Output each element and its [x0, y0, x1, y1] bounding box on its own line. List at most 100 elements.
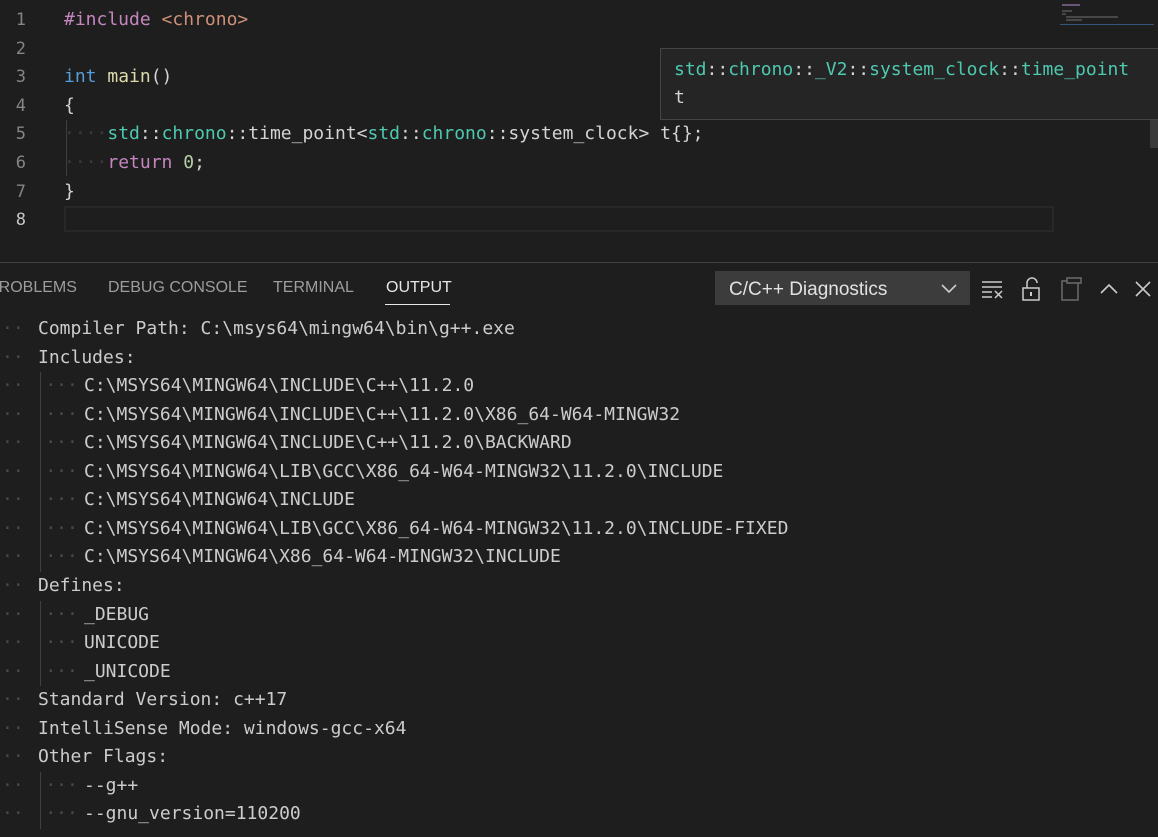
output-line: Defines: [38, 574, 125, 596]
maximize-panel-icon[interactable] [1097, 277, 1123, 301]
whitespace-marker: ···· [64, 152, 108, 173]
output-line: Standard Version: c++17 [38, 689, 288, 711]
hover-tooltip: std::chrono::_V2::system_clock::time_poi… [660, 48, 1158, 120]
code-token: time_point [248, 123, 357, 145]
output-line: _UNICODE [84, 660, 171, 682]
output-line: --g++ [84, 774, 139, 796]
code-token: :: [847, 59, 870, 80]
code-token: :: [226, 123, 249, 145]
line-number: 1 [15, 10, 26, 30]
output-line: C:\MSYS64\MINGW64\LIB\GCC\X86_64-W64-MIN… [84, 517, 789, 539]
output-channel-value: C/C++ Diagnostics [729, 279, 888, 300]
line-number: 5 [15, 124, 26, 145]
code-token: _V2 [814, 59, 848, 80]
code-line[interactable]: 7} [0, 178, 1158, 206]
code-token: int [64, 66, 97, 88]
code-line[interactable]: 5 ····std::chrono::time_point<std::chrono… [0, 120, 1158, 148]
code-line[interactable]: 6 ····return 0; [0, 149, 1158, 177]
output-line: IntelliSense Mode: windows-gcc-x64 [38, 717, 407, 739]
output-line: C:\MSYS64\MINGW64\X86_64-W64-MINGW32\INC… [84, 546, 561, 568]
code-token: {}; [671, 123, 704, 145]
code-token: > [638, 123, 661, 145]
code-token: :: [139, 123, 162, 145]
line-number: 8 [15, 210, 26, 231]
code-token: :: [999, 59, 1021, 80]
code-token: std [107, 123, 140, 145]
indent-guide [40, 372, 41, 572]
code-token: { [64, 94, 75, 116]
output-line: --gnu_version=110200 [84, 803, 301, 825]
whitespace-marker: ···· [64, 123, 108, 145]
code-token: #include [64, 9, 162, 30]
output-channel-select[interactable]: C/C++ Diagnostics [715, 271, 970, 305]
output-line: C:\MSYS64\MINGW64\INCLUDE\C++\11.2.0\BAC… [84, 432, 572, 454]
code-token: ; [194, 152, 205, 173]
code-token: time_point [1020, 59, 1130, 80]
clear-output-icon[interactable] [980, 277, 1006, 301]
code-text: { [64, 92, 75, 120]
tooltip-type-text: std::chrono::_V2::system_clock::time_poi… [674, 57, 1129, 83]
code-line[interactable]: 1 #include <chrono> [0, 6, 1158, 34]
lock-scroll-icon[interactable] [1019, 277, 1045, 301]
output-line: C:\MSYS64\MINGW64\LIB\GCC\X86_64-W64-MIN… [84, 460, 724, 482]
output-line: Compiler Path: C:\msys64\mingw64\bin\g++… [38, 318, 515, 339]
indent-guide [66, 120, 67, 176]
output-line: _DEBUG [84, 603, 150, 625]
tab-output[interactable]: OUTPUT [386, 279, 452, 297]
indent-marker: ·· [2, 346, 24, 368]
code-token: } [64, 180, 75, 202]
tab-problems[interactable]: PROBLEMS [0, 279, 77, 297]
code-token: 0 [183, 152, 195, 173]
bottom-panel: PROBLEMS DEBUG CONSOLE TERMINAL OUTPUT C… [0, 262, 1158, 836]
code-token: return [107, 152, 173, 173]
indent-guide [40, 600, 41, 687]
code-token: chrono [728, 59, 794, 80]
tab-debug-console[interactable]: DEBUG CONSOLE [108, 279, 248, 297]
tab-terminal[interactable]: TERMINAL [273, 279, 354, 297]
line-number: 4 [15, 95, 26, 116]
line-number: 7 [15, 181, 26, 202]
code-text: ····return 0; [64, 149, 205, 177]
indent-marker: ·· [2, 689, 24, 711]
panel-tab-bar: PROBLEMS DEBUG CONSOLE TERMINAL OUTPUT C… [0, 263, 1158, 313]
output-line: C:\MSYS64\MINGW64\INCLUDE\C++\11.2.0 [84, 375, 475, 397]
line-number: 2 [15, 38, 26, 59]
code-token: chrono [161, 123, 227, 145]
output-line: C:\MSYS64\MINGW64\INCLUDE\C++\11.2.0\X86… [84, 403, 681, 425]
indent-marker: ·· [2, 746, 24, 768]
code-token: :: [486, 123, 509, 145]
code-text: ····std::chrono::time_point<std::chrono:… [64, 120, 704, 148]
code-editor[interactable]: 1 #include <chrono> 2 3 int main() 4{5 ····std… [0, 0, 1158, 262]
output-line: UNICODE [84, 632, 160, 654]
indent-marker: ·· [2, 574, 24, 596]
line-number: 3 [15, 67, 26, 88]
code-token: <chrono> [161, 9, 249, 30]
indent-marker: ·· [2, 717, 24, 739]
minimap[interactable] [1060, 4, 1154, 26]
tooltip-symbol-text: t [674, 87, 685, 108]
line-number: 6 [15, 153, 26, 173]
output-line: C:\MSYS64\MINGW64\INCLUDE [84, 489, 355, 511]
code-token: main [107, 66, 151, 88]
code-token: std [367, 123, 401, 145]
code-token: :: [706, 59, 729, 80]
copy-icon[interactable] [1059, 277, 1085, 301]
current-line-highlight [64, 206, 1054, 232]
code-token: system_clock [869, 59, 1000, 80]
output-content[interactable]: ·· Compiler Path: C:\msys64\mingw64\bin\g… [0, 313, 1158, 837]
code-text: #include <chrono> [64, 6, 248, 34]
indent-guide [40, 771, 41, 829]
code-text: } [64, 178, 75, 206]
chevron-down-icon [941, 284, 957, 294]
code-token: system_clock [508, 123, 639, 145]
indent-marker: ·· [2, 318, 24, 339]
code-token: :: [793, 59, 815, 80]
code-token: < [356, 123, 368, 145]
close-icon[interactable] [1131, 277, 1157, 301]
output-line: Includes: [38, 346, 136, 368]
code-token: () [150, 66, 173, 88]
code-token: :: [400, 123, 422, 145]
output-line: Other Flags: [38, 746, 169, 768]
